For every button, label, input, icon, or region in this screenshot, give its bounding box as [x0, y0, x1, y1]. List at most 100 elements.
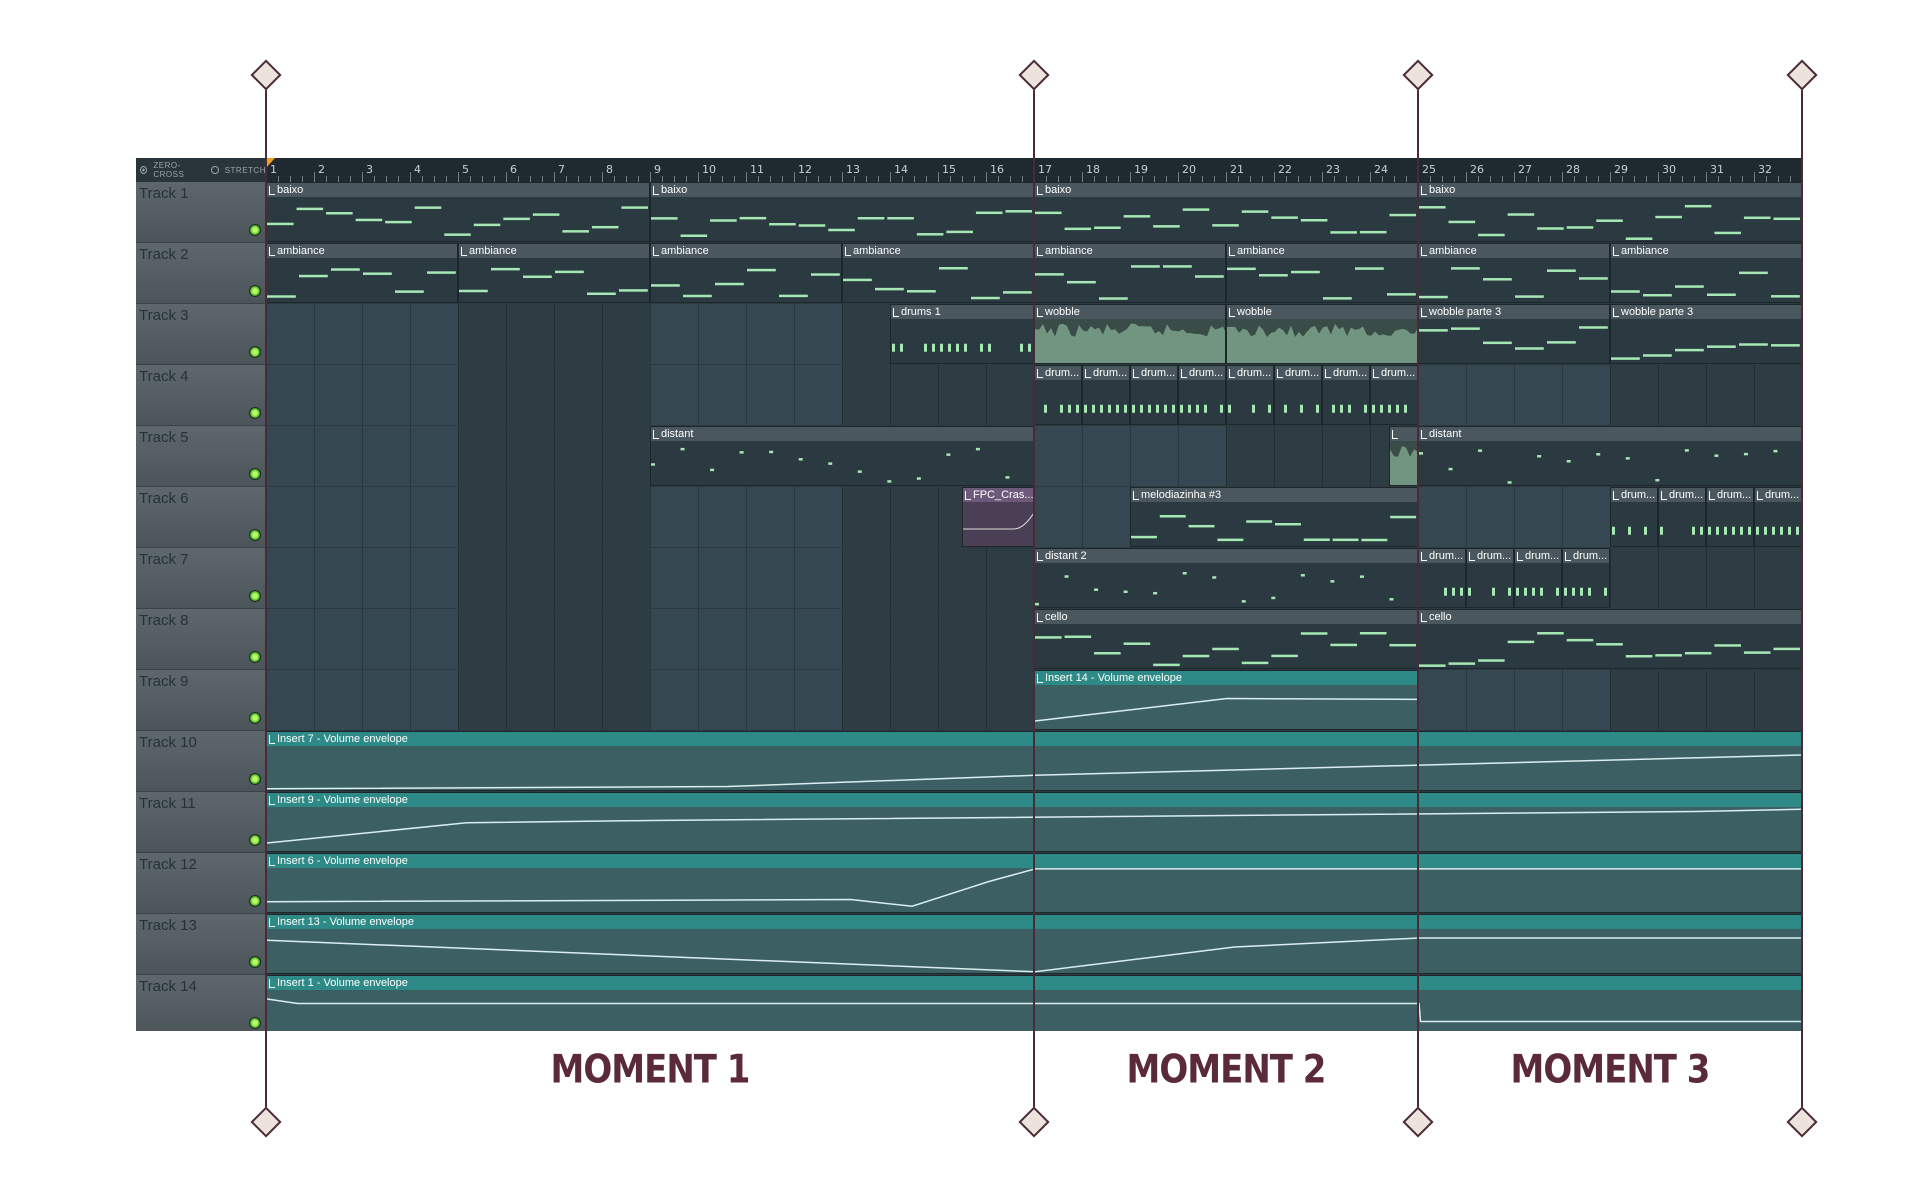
note — [1478, 659, 1505, 662]
pattern-clip[interactable]: wobble parte 3 — [1418, 304, 1610, 364]
track-enable-led-icon[interactable] — [249, 224, 261, 236]
pattern-clip[interactable]: drum... — [1658, 487, 1706, 547]
note — [1064, 635, 1092, 639]
track-enable-led-icon[interactable] — [249, 468, 261, 480]
pattern-clip[interactable]: ambiance — [1034, 243, 1226, 303]
note — [1572, 587, 1575, 596]
pattern-clip[interactable]: drum... — [1178, 365, 1226, 425]
note — [948, 343, 951, 352]
pattern-clip[interactable]: drum... — [1610, 487, 1658, 547]
pattern-clip[interactable]: ambiance — [842, 243, 1034, 303]
note — [1108, 404, 1111, 413]
pattern-clip[interactable]: FPC_Cras... — [962, 487, 1034, 547]
track-enable-led-icon[interactable] — [249, 895, 261, 907]
pattern-clip[interactable]: drum... — [1082, 365, 1130, 425]
track-enable-led-icon[interactable] — [249, 712, 261, 724]
pattern-clip[interactable]: wobble — [1034, 304, 1226, 364]
track-header[interactable]: Track 12 — [136, 853, 266, 914]
track-enable-led-icon[interactable] — [249, 956, 261, 968]
track-enable-led-icon[interactable] — [249, 1017, 261, 1029]
pattern-clip[interactable]: drum... — [1226, 365, 1274, 425]
pattern-clip[interactable]: drum... — [1370, 365, 1418, 425]
pattern-clip[interactable]: baixo — [1034, 182, 1418, 242]
note — [1743, 216, 1771, 220]
pattern-clip[interactable]: drum... — [1274, 365, 1322, 425]
note — [875, 287, 904, 291]
clip-title: drum... — [1707, 488, 1753, 502]
stretch-radio[interactable] — [211, 166, 219, 174]
pattern-clip[interactable]: drums 1 — [890, 304, 1034, 364]
pattern-clip[interactable]: ambiance — [1418, 243, 1610, 303]
clip-content — [459, 267, 648, 296]
pattern-clip[interactable]: drum... — [1466, 548, 1514, 608]
pattern-clip[interactable]: wobble — [1226, 304, 1418, 364]
pattern-clip[interactable]: baixo — [1418, 182, 1802, 242]
track-header[interactable]: Track 10 — [136, 731, 266, 792]
pattern-clip[interactable]: drum... — [1130, 365, 1178, 425]
track-header[interactable]: Track 2 — [136, 243, 266, 304]
pattern-clip[interactable]: cello — [1418, 609, 1802, 669]
track-enable-led-icon[interactable] — [249, 773, 261, 785]
track-header[interactable]: Track 6 — [136, 487, 266, 548]
pattern-clip[interactable]: ambiance — [458, 243, 650, 303]
pattern-clip[interactable]: drum... — [1754, 487, 1802, 547]
note — [1387, 293, 1416, 296]
clip-title: drum... — [1467, 549, 1513, 563]
track-header[interactable]: Track 5 — [136, 426, 266, 487]
track-enable-led-icon[interactable] — [249, 529, 261, 541]
pattern-clip[interactable]: ambiance — [266, 243, 458, 303]
note — [1780, 526, 1783, 535]
clip-title — [1390, 427, 1417, 441]
note — [1204, 404, 1207, 413]
note — [1300, 404, 1303, 413]
pattern-clip[interactable]: distant — [650, 426, 1034, 486]
pattern-clip[interactable]: drum... — [1706, 487, 1754, 547]
pattern-clip[interactable]: ambiance — [1226, 243, 1418, 303]
bar-number: 5 — [462, 163, 469, 176]
track-header[interactable]: Track 1 — [136, 182, 266, 243]
pattern-clip[interactable]: drum... — [1514, 548, 1562, 608]
track-header[interactable]: Track 11 — [136, 792, 266, 853]
note — [1524, 587, 1527, 596]
note — [1580, 587, 1583, 596]
track-enable-led-icon[interactable] — [249, 407, 261, 419]
note — [1743, 651, 1771, 654]
pattern-clip[interactable]: baixo — [266, 182, 650, 242]
track-enable-led-icon[interactable] — [249, 834, 261, 846]
track-header[interactable]: Track 7 — [136, 548, 266, 609]
pattern-clip[interactable]: drum... — [1562, 548, 1610, 608]
pattern-clip[interactable] — [1389, 426, 1418, 486]
pattern-clip[interactable]: drum... — [1322, 365, 1370, 425]
note — [1153, 663, 1180, 667]
pattern-clip[interactable]: baixo — [650, 182, 1034, 242]
note — [1547, 341, 1576, 344]
pattern-clip[interactable]: melodiazinha #3 — [1130, 487, 1418, 547]
track-enable-led-icon[interactable] — [249, 651, 261, 663]
pattern-clip[interactable]: cello — [1034, 609, 1418, 669]
pattern-clip[interactable]: distant 2 — [1034, 548, 1418, 608]
note — [1060, 404, 1063, 413]
track-enable-led-icon[interactable] — [249, 346, 261, 358]
pattern-clip[interactable]: drum... — [1034, 365, 1082, 425]
track-header[interactable]: Track 4 — [136, 365, 266, 426]
diamond-marker-icon — [250, 59, 282, 91]
pattern-clip[interactable]: wobble parte 3 — [1610, 304, 1802, 364]
track-header[interactable]: Track 14 — [136, 975, 266, 1031]
diamond-marker-icon — [1786, 59, 1818, 91]
pattern-clip[interactable]: ambiance — [650, 243, 842, 303]
track-header[interactable]: Track 9 — [136, 670, 266, 731]
note — [1419, 206, 1446, 209]
track-header[interactable]: Track 13 — [136, 914, 266, 975]
track-enable-led-icon[interactable] — [249, 590, 261, 602]
note — [1508, 587, 1511, 596]
ruler-tick — [1322, 172, 1323, 182]
pattern-clip[interactable]: drum... — [1418, 548, 1466, 608]
pattern-clip[interactable]: ambiance — [1610, 243, 1802, 303]
track-header[interactable]: Track 8 — [136, 609, 266, 670]
track-header[interactable]: Track 3 — [136, 304, 266, 365]
automation-clip[interactable]: Insert 14 - Volume envelope — [1034, 670, 1418, 730]
zero-cross-radio[interactable] — [140, 166, 148, 174]
pattern-clip[interactable]: distant — [1418, 426, 1802, 486]
bar-number: 1 — [270, 163, 277, 176]
track-enable-led-icon[interactable] — [249, 285, 261, 297]
